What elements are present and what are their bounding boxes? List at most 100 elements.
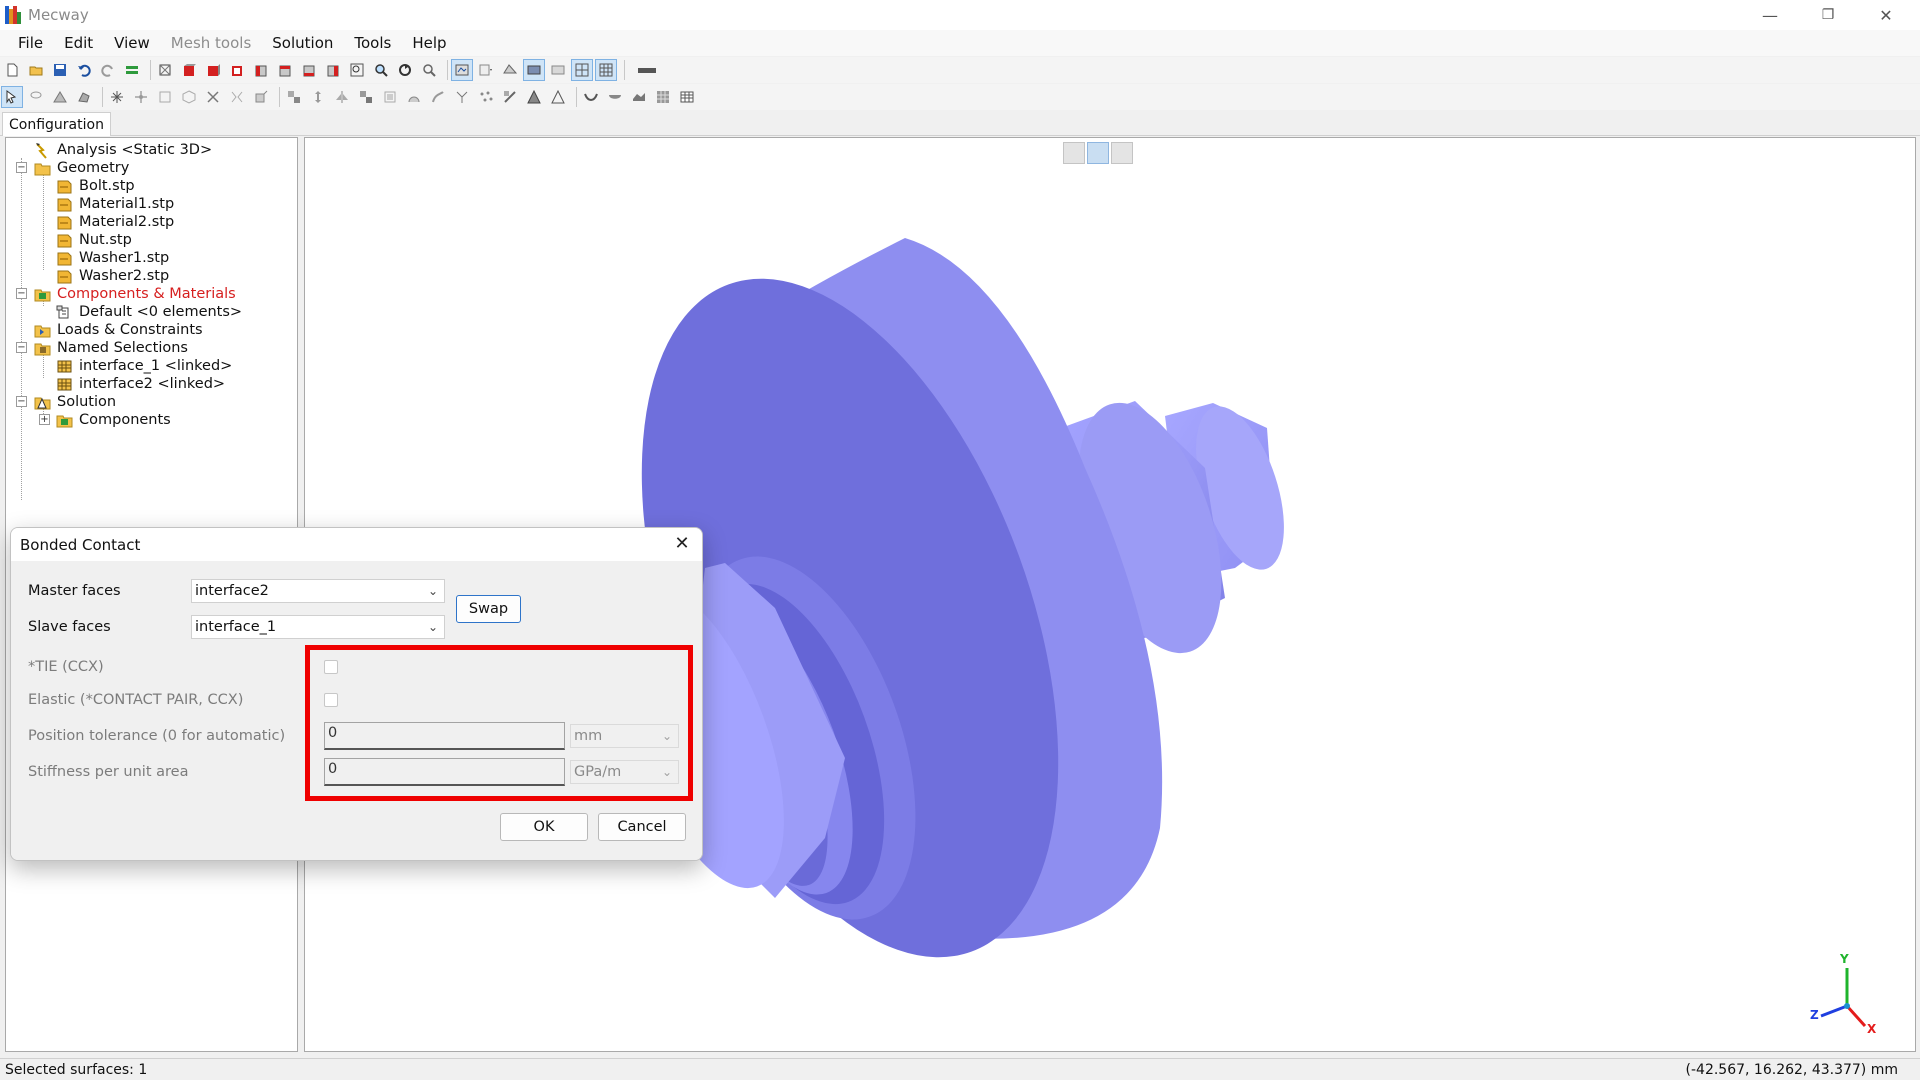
grid-mesh-icon[interactable] bbox=[653, 87, 673, 107]
merge-icon[interactable] bbox=[284, 87, 304, 107]
select-dropdown-icon[interactable] bbox=[476, 60, 496, 80]
table-icon[interactable] bbox=[677, 87, 697, 107]
hidden-line-icon[interactable] bbox=[548, 60, 568, 80]
restore-button[interactable]: ❐ bbox=[1799, 0, 1857, 30]
select-mode-icon[interactable] bbox=[451, 59, 473, 81]
menu-view[interactable]: View bbox=[114, 34, 150, 52]
box-icon[interactable] bbox=[155, 87, 175, 107]
cancel-button[interactable]: Cancel bbox=[598, 813, 686, 841]
close-button[interactable]: ✕ bbox=[1857, 0, 1915, 30]
swap-button[interactable]: Swap bbox=[456, 595, 521, 623]
zoom-icon[interactable] bbox=[371, 60, 391, 80]
expander-components-materials[interactable]: − bbox=[16, 288, 27, 299]
surface-icon[interactable] bbox=[629, 87, 649, 107]
tree-label-solution-components: Components bbox=[79, 412, 171, 428]
select-pointer-icon[interactable] bbox=[1, 86, 23, 108]
extrude-icon[interactable] bbox=[251, 87, 271, 107]
move-icon[interactable] bbox=[308, 87, 328, 107]
view-iso-icon[interactable] bbox=[323, 60, 343, 80]
toolbar-separator bbox=[102, 87, 103, 107]
shape-tool-icon[interactable] bbox=[74, 87, 94, 107]
view-top-icon[interactable] bbox=[275, 60, 295, 80]
shaded-view-icon[interactable] bbox=[523, 59, 545, 81]
line-width-icon[interactable] bbox=[629, 60, 665, 80]
triangle-outline-icon[interactable] bbox=[548, 87, 568, 107]
tab-configuration[interactable]: Configuration bbox=[2, 112, 111, 136]
step-file-icon bbox=[57, 180, 72, 193]
view-left-icon[interactable] bbox=[227, 60, 247, 80]
slave-faces-select[interactable]: interface_1 ⌄ bbox=[191, 615, 445, 639]
expander-solution[interactable]: − bbox=[16, 396, 27, 407]
refine-icon[interactable] bbox=[50, 87, 70, 107]
rotate-icon[interactable] bbox=[395, 60, 415, 80]
minimize-button[interactable]: — bbox=[1741, 0, 1799, 30]
axis-origin bbox=[1844, 1003, 1850, 1009]
zoom-fit-icon[interactable] bbox=[347, 60, 367, 80]
view-right-icon[interactable] bbox=[251, 60, 271, 80]
menu-help[interactable]: Help bbox=[412, 34, 446, 52]
menu-file[interactable]: File bbox=[18, 34, 43, 52]
menu-solution[interactable]: Solution bbox=[272, 34, 333, 52]
surface-view-icon[interactable] bbox=[500, 60, 520, 80]
split-icon[interactable] bbox=[227, 87, 247, 107]
mirror-icon[interactable] bbox=[332, 87, 352, 107]
redo-icon[interactable] bbox=[98, 60, 118, 80]
step-file-icon bbox=[57, 198, 72, 211]
measure-icon[interactable] bbox=[500, 87, 520, 107]
triangle-filled-icon[interactable] bbox=[524, 87, 544, 107]
menu-edit[interactable]: Edit bbox=[64, 34, 93, 52]
wireframe-cube-icon[interactable] bbox=[155, 60, 175, 80]
selection-grid-icon bbox=[57, 360, 72, 372]
new-file-icon[interactable] bbox=[2, 60, 22, 80]
rotate-copy-icon[interactable] bbox=[356, 87, 376, 107]
status-selection: Selected surfaces: 1 bbox=[5, 1062, 148, 1078]
save-icon[interactable] bbox=[50, 60, 70, 80]
revolve-icon[interactable] bbox=[404, 87, 424, 107]
mecway-logo-icon bbox=[5, 6, 21, 24]
curve-icon[interactable] bbox=[581, 87, 601, 107]
mesh-toolbar bbox=[0, 84, 1920, 110]
position-tolerance-label: Position tolerance (0 for automatic) bbox=[28, 728, 286, 744]
expander-solution-components[interactable]: + bbox=[39, 414, 50, 425]
delete-icon[interactable] bbox=[203, 87, 223, 107]
menu-mesh-tools[interactable]: Mesh tools bbox=[171, 34, 251, 52]
node-star-icon[interactable] bbox=[131, 87, 151, 107]
toolbar-separator bbox=[624, 60, 625, 80]
explode-icon[interactable] bbox=[107, 87, 127, 107]
view-back-icon[interactable] bbox=[203, 60, 223, 80]
components-folder-icon bbox=[56, 415, 73, 427]
undo-icon[interactable] bbox=[74, 60, 94, 80]
expander-named-selections[interactable]: − bbox=[16, 342, 27, 353]
scale-icon[interactable] bbox=[380, 87, 400, 107]
master-faces-label: Master faces bbox=[28, 583, 121, 599]
zoom-window-icon[interactable] bbox=[419, 60, 439, 80]
ok-button[interactable]: OK bbox=[500, 813, 588, 841]
open-folder-icon[interactable] bbox=[26, 60, 46, 80]
tree-label-geometry-file: Material1.stp bbox=[79, 196, 175, 212]
mesh-view-icon[interactable] bbox=[571, 59, 593, 81]
menu-tools[interactable]: Tools bbox=[354, 34, 391, 52]
dialog-close-icon[interactable]: ✕ bbox=[670, 534, 694, 556]
bowl-icon[interactable] bbox=[605, 87, 625, 107]
tree-label-default-component: Default <0 elements> bbox=[79, 304, 243, 320]
tree-label-named-selections: Named Selections bbox=[57, 340, 188, 356]
grid-view-icon[interactable] bbox=[595, 59, 617, 81]
chevron-down-icon: ⌄ bbox=[427, 620, 438, 634]
lasso-icon[interactable] bbox=[26, 87, 46, 107]
master-faces-select[interactable]: interface2 ⌄ bbox=[191, 579, 445, 603]
chevron-down-icon: ⌄ bbox=[427, 584, 438, 598]
tree-label-named-selection: interface_1 <linked> bbox=[79, 358, 233, 374]
sweep-icon[interactable] bbox=[428, 87, 448, 107]
view-front-icon[interactable] bbox=[179, 60, 199, 80]
solution-icon bbox=[34, 397, 51, 409]
toolbar-separator bbox=[150, 60, 151, 80]
view-bottom-icon[interactable] bbox=[299, 60, 319, 80]
branch-icon[interactable] bbox=[452, 87, 472, 107]
equal-bars-icon[interactable] bbox=[122, 60, 142, 80]
scatter-icon[interactable] bbox=[476, 87, 496, 107]
step-file-icon bbox=[57, 216, 72, 229]
tree-item-solution-components[interactable]: Components bbox=[56, 409, 171, 431]
cube-icon[interactable] bbox=[179, 87, 199, 107]
tree-label-geometry-file: Nut.stp bbox=[79, 232, 132, 248]
expander-geometry[interactable]: − bbox=[16, 162, 27, 173]
